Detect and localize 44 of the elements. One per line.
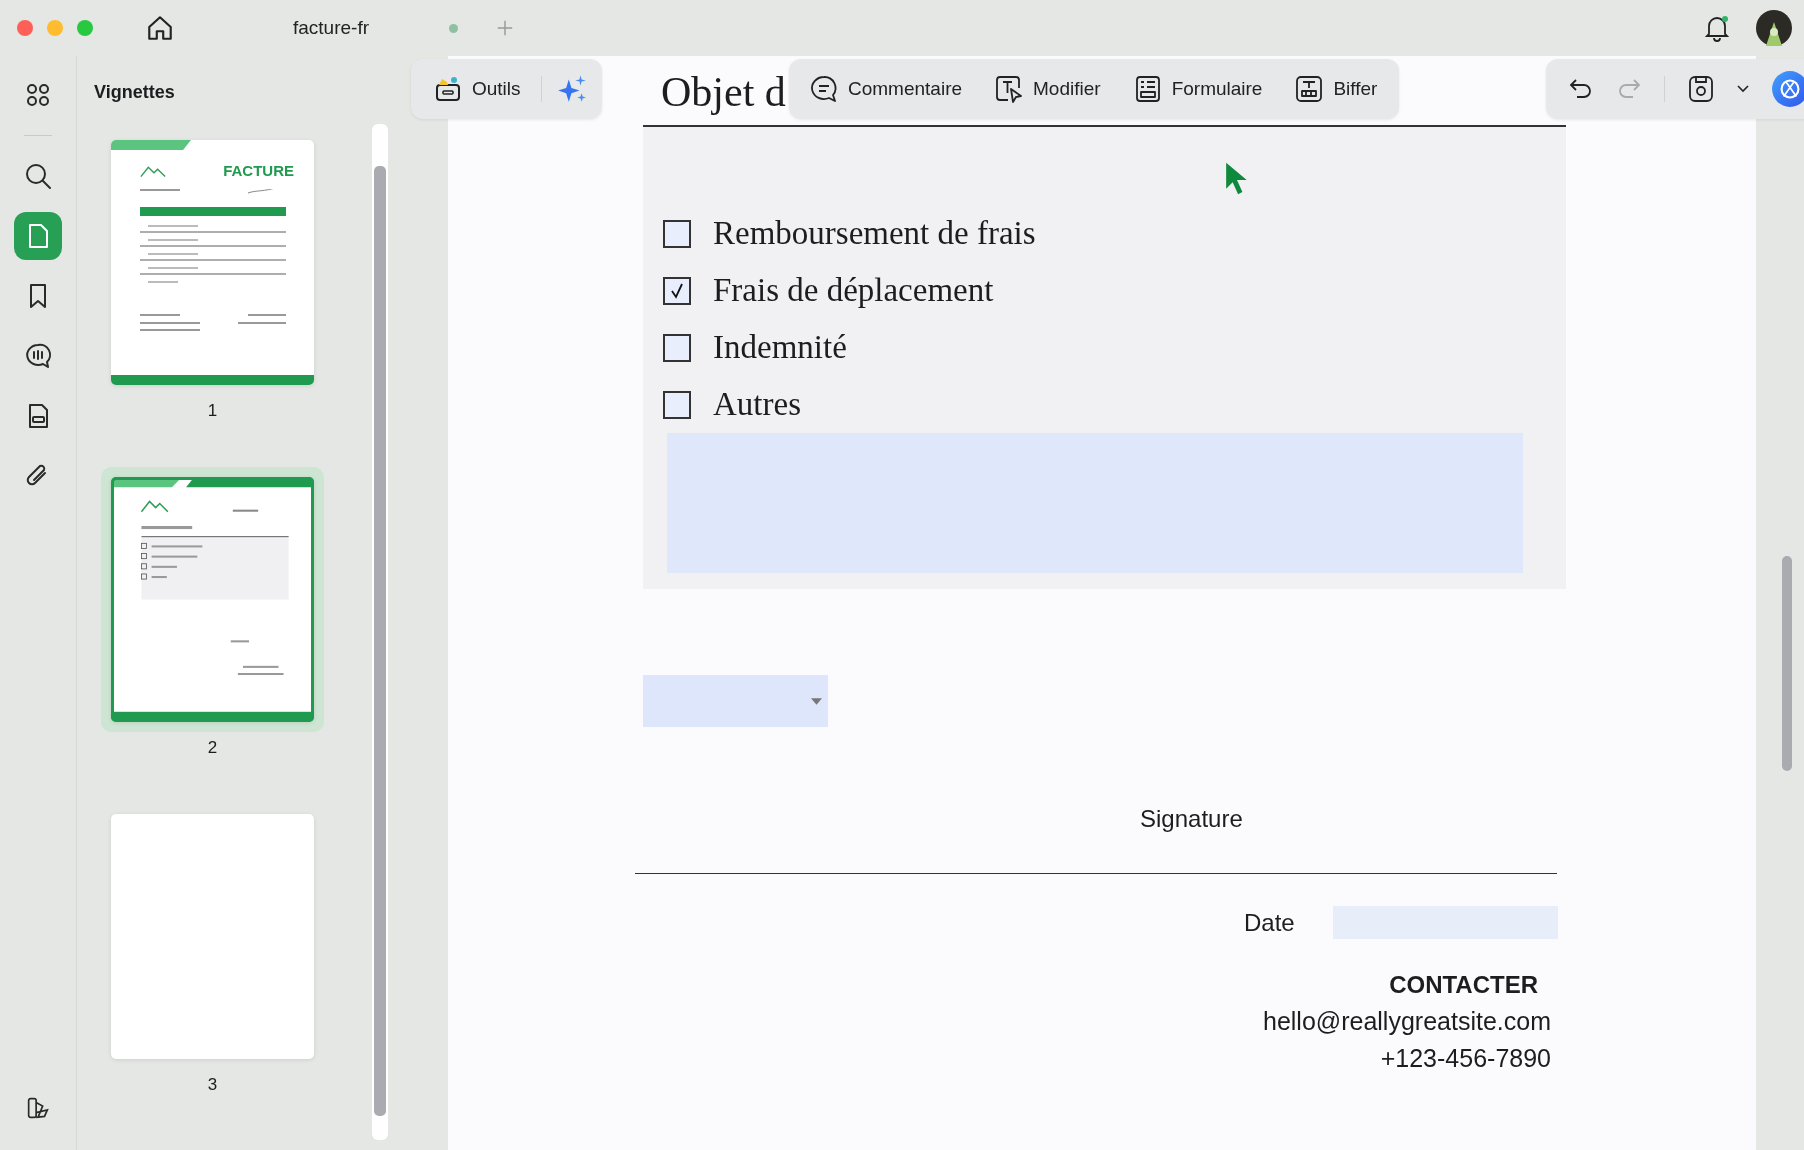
- page-thumbnail[interactable]: [101, 467, 324, 732]
- scrollbar-thumb[interactable]: [1782, 556, 1792, 771]
- mountain-logo-icon: [139, 163, 167, 178]
- panel-title: Vignettes: [94, 82, 175, 103]
- checkbox[interactable]: [663, 219, 691, 248]
- section-heading: Objet d: [661, 71, 786, 113]
- comment-icon: [23, 341, 53, 371]
- checkbox-label: Remboursement de frais: [713, 215, 1036, 252]
- page-number: 1: [207, 401, 218, 421]
- comment-icon: [809, 74, 839, 104]
- edit-mode-button[interactable]: Modifier: [988, 70, 1107, 108]
- toolbox-icon: [433, 74, 463, 104]
- search-icon: [23, 161, 53, 191]
- chevron-down-icon[interactable]: [1737, 85, 1749, 93]
- contact-heading: CONTACTER: [1389, 971, 1538, 999]
- page-number: 3: [207, 1075, 218, 1095]
- checkbox-label: Indemnité: [713, 329, 847, 366]
- sparkle-icon[interactable]: [555, 73, 588, 105]
- contact-email: hello@reallygreatsite.com: [1263, 1007, 1551, 1036]
- checkbox[interactable]: [663, 276, 691, 305]
- document-tab[interactable]: facture-fr: [293, 17, 370, 39]
- dropdown-field[interactable]: [643, 675, 828, 727]
- signature-label: Signature: [1140, 805, 1243, 833]
- page-number: 2: [207, 738, 218, 758]
- page-tool-button[interactable]: [14, 212, 62, 260]
- edit-icon: [994, 74, 1025, 104]
- contact-phone: +123-456-7890: [1380, 1044, 1551, 1073]
- redact-mode-button[interactable]: Biffer: [1288, 70, 1384, 108]
- form-mode-button[interactable]: Formulaire: [1126, 70, 1269, 108]
- avatar[interactable]: [1756, 10, 1792, 46]
- bell-icon[interactable]: [1704, 14, 1730, 42]
- checkbox-label: Frais de déplacement: [713, 272, 994, 309]
- checkbox-label: Autres: [713, 386, 801, 423]
- comment-mode-button[interactable]: Commentaire: [803, 70, 969, 108]
- caret-icon: [811, 697, 822, 705]
- home-icon[interactable]: [145, 13, 175, 43]
- checkbox[interactable]: [663, 390, 691, 419]
- date-label: Date: [1244, 908, 1295, 937]
- assistant-icon[interactable]: [1771, 70, 1804, 108]
- checkbox[interactable]: [663, 333, 691, 362]
- redact-icon: [1294, 74, 1325, 104]
- invoice-title: FACTURE: [223, 162, 294, 179]
- save-icon[interactable]: [1687, 74, 1715, 104]
- scrollbar-thumb[interactable]: [374, 166, 386, 1116]
